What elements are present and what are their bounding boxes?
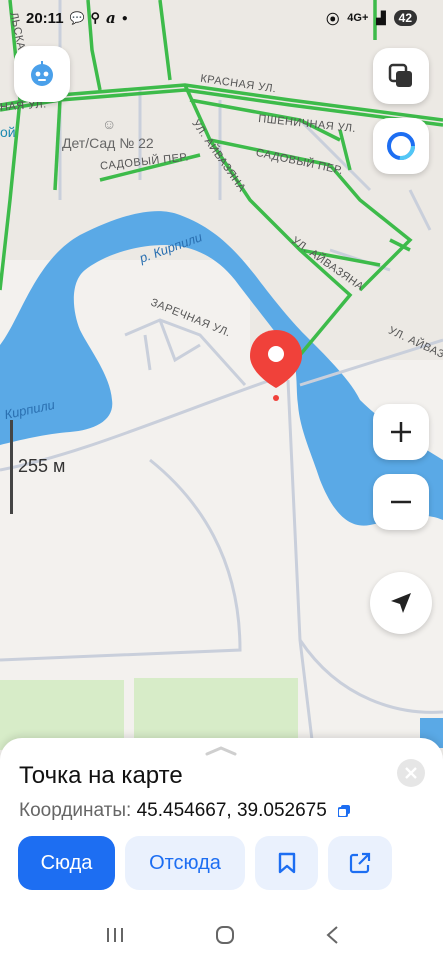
recent-apps-icon[interactable] <box>105 926 125 944</box>
app-a-icon: a <box>106 9 116 27</box>
location-status-icon: ⦿ <box>326 11 340 27</box>
assistant-button[interactable] <box>14 46 70 102</box>
back-icon[interactable] <box>325 925 339 945</box>
sheet-handle-icon[interactable] <box>205 746 237 756</box>
system-nav-bar <box>0 910 443 960</box>
zoom-in-button[interactable] <box>373 404 429 460</box>
message-icon: 💬 <box>69 11 85 25</box>
kindergarten-icon: ☺ <box>102 116 117 132</box>
share-button[interactable] <box>328 836 392 890</box>
scale-bar <box>10 420 13 514</box>
signal-icon: ▟ <box>376 11 386 25</box>
pin-icon <box>250 330 302 401</box>
status-time: 20:11 <box>26 9 64 27</box>
route-from-here-button[interactable]: Отсюда <box>125 836 245 890</box>
alice-icon <box>387 132 415 160</box>
coordinates-row: Координаты: 45.454667, 39.052675 <box>19 800 351 822</box>
close-button[interactable] <box>397 759 425 787</box>
network-indicator: 4G+ <box>347 12 369 24</box>
navigation-arrow-icon <box>391 593 411 613</box>
zoom-out-button[interactable] <box>373 474 429 530</box>
plus-icon <box>391 422 411 442</box>
battery-indicator: 42 <box>393 10 417 26</box>
poi-left-cut: ой <box>0 124 16 140</box>
share-icon <box>349 852 371 874</box>
robot-icon <box>31 61 53 86</box>
minus-icon <box>391 500 411 504</box>
dot-icon: ● <box>121 12 128 24</box>
close-icon <box>405 767 417 779</box>
layers-icon <box>388 63 412 87</box>
copy-icon[interactable] <box>338 804 351 817</box>
coordinates-value[interactable]: 45.454667, 39.052675 <box>137 800 327 821</box>
scale-label: 255 м <box>18 456 66 476</box>
layers-button[interactable] <box>373 48 429 104</box>
home-icon[interactable] <box>214 924 236 946</box>
route-here-button[interactable]: Сюда <box>18 836 115 890</box>
search-icon: ⚲ <box>90 10 101 25</box>
poi-kindergarten[interactable]: Дет/Сад № 22 <box>62 135 154 151</box>
alice-button[interactable] <box>373 118 429 174</box>
coordinates-label: Координаты: <box>19 800 132 821</box>
bookmark-button[interactable] <box>255 836 318 890</box>
bookmark-icon <box>278 852 295 874</box>
status-bar: 20:11 💬 ⚲ a ● ⦿ 4G+ ▟ 42 <box>0 0 443 36</box>
sheet-title: Точка на карте <box>19 762 183 789</box>
my-location-button[interactable] <box>370 572 432 634</box>
